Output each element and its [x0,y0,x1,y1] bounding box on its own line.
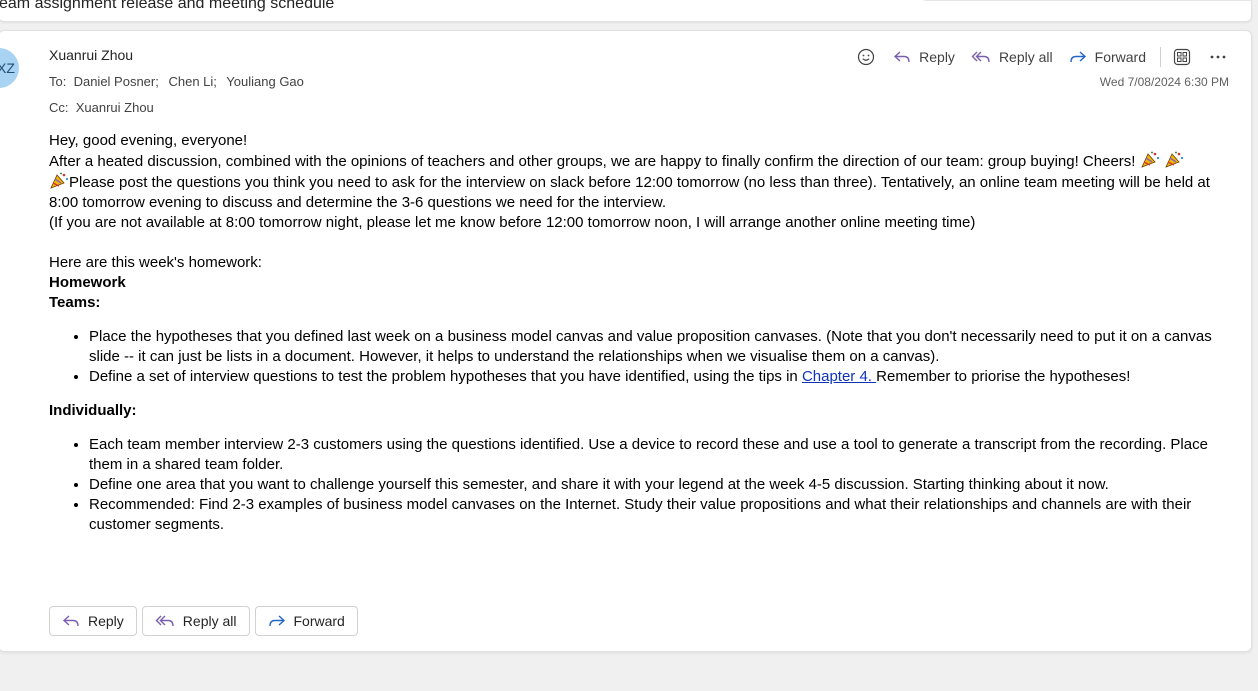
message-card: XZ Xuanrui Zhou To: Daniel Posner; Chen … [0,30,1252,652]
reply-all-button[interactable]: Reply all [971,49,1053,65]
recipient[interactable]: Youliang Gao [226,74,304,89]
avatar[interactable]: XZ [0,48,19,88]
chapter-4-link[interactable]: Chapter 4. [802,368,876,385]
forward-label: Forward [1094,49,1146,65]
list-item-text: Define a set of interview questions to t… [89,368,802,385]
cc-recipient[interactable]: Xuanrui Zhou [76,100,154,115]
previous-message-card[interactable]: eam assignment release and meeting sched… [0,0,1252,22]
body-paragraph: (If you are not available at 8:00 tomorr… [49,214,976,231]
cc-line: Cc: Xuanrui Zhou [49,100,154,115]
party-popper-icon [50,172,68,189]
recipient[interactable]: Daniel Posner; [74,74,159,89]
reply-label: Reply [88,613,124,629]
reply-label: Reply [919,49,955,65]
reply-all-icon [971,51,990,63]
more-ellipsis-icon[interactable] [1207,46,1229,68]
thread-subject: eam assignment release and meeting sched… [0,0,335,12]
individually-heading: Individually: [49,402,137,419]
forward-icon [1069,51,1086,63]
teams-heading: Teams: [49,294,101,311]
forward-label: Forward [293,613,345,629]
list-item: Define one area that you want to challen… [89,475,1229,495]
reply-all-icon [155,615,174,627]
toolbar-divider [1160,47,1161,67]
body-paragraph: After a heated discussion, combined with… [49,151,1229,213]
reply-all-label: Reply all [998,49,1053,65]
reply-all-label: Reply all [182,613,237,629]
reply-icon [894,51,910,63]
to-line: To: Daniel Posner; Chen Li; Youliang Gao [49,74,304,89]
bottom-forward-button[interactable]: Forward [254,606,358,636]
reply-button[interactable]: Reply [893,49,955,65]
smiley-icon[interactable] [855,46,877,68]
party-popper-icon [1140,151,1159,168]
list-item-text: Remember to priorise the hypotheses! [876,368,1131,385]
message-body: Hey, good evening, everyone! After a hea… [49,131,1229,549]
reply-icon [62,615,79,627]
sender-name[interactable]: Xuanrui Zhou [49,47,133,63]
individual-list: Each team member interview 2-3 customers… [49,435,1229,535]
avatar-initials: XZ [0,60,15,76]
message-toolbar: Reply Reply all Forward [855,44,1229,70]
list-item: Place the hypotheses that you defined la… [89,327,1229,367]
forward-icon [268,615,285,627]
homework-intro: Here are this week's homework: [49,254,262,271]
list-item: Each team member interview 2-3 customers… [89,435,1229,475]
recipient[interactable]: Chen Li; [168,74,216,89]
list-item: Define a set of interview questions to t… [89,367,1229,387]
body-text: After a heated discussion, combined with… [49,153,1136,170]
bottom-reply-button[interactable]: Reply [49,606,137,636]
greeting: Hey, good evening, everyone! [49,132,248,149]
header-strip [920,0,1251,1]
homework-heading: Homework [49,274,126,291]
to-label: To: [49,74,67,89]
teams-list: Place the hypotheses that you defined la… [49,327,1229,387]
apps-grid-icon[interactable] [1171,46,1193,68]
bottom-actions: Reply Reply all Forward [49,606,363,636]
bottom-reply-all-button[interactable]: Reply all [141,606,250,636]
body-text: Please post the questions you think you … [49,174,1210,211]
party-popper-icon [1165,151,1183,168]
message-date: Wed 7/08/2024 6:30 PM [1099,75,1229,89]
cc-label: Cc: [49,100,69,115]
forward-button[interactable]: Forward [1069,49,1146,65]
list-item: Recommended: Find 2-3 examples of busine… [89,495,1229,535]
